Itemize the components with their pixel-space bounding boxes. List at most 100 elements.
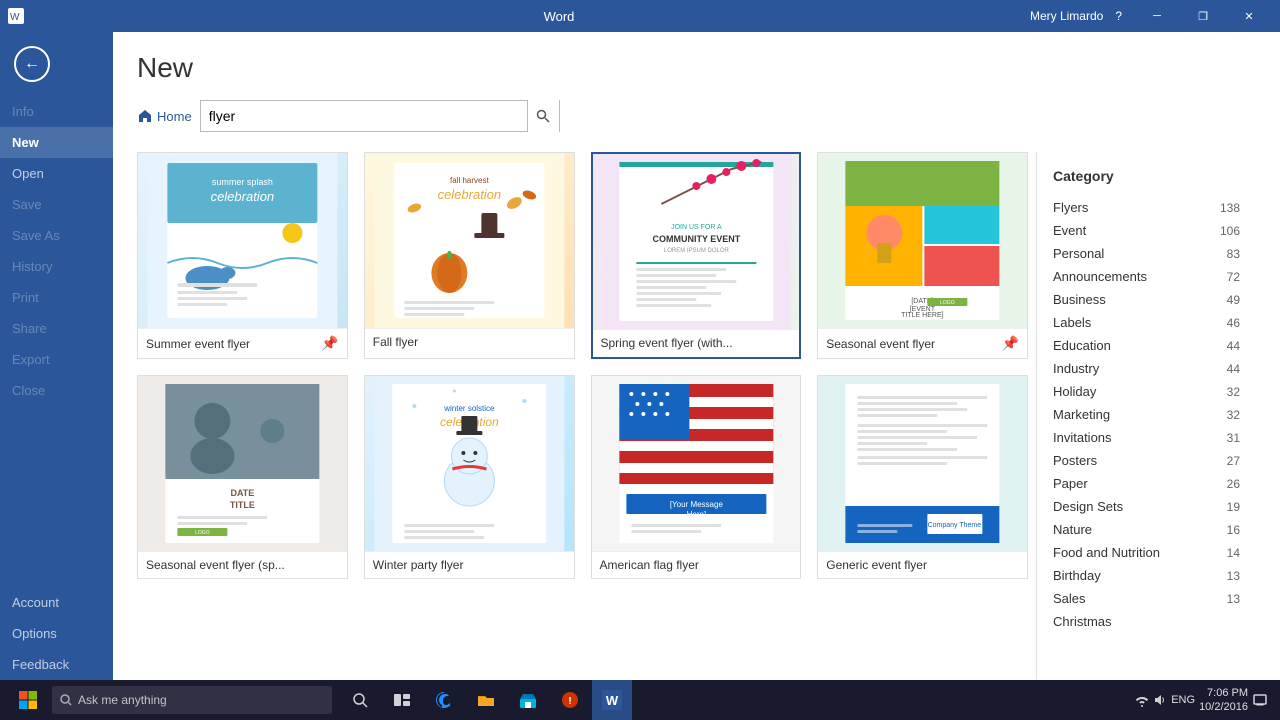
- back-icon: ←: [14, 46, 50, 82]
- svg-text:winter solstice: winter solstice: [443, 404, 495, 413]
- search-button[interactable]: [527, 100, 559, 132]
- app-title: Word: [544, 9, 575, 24]
- category-item-announcements[interactable]: Announcements 72: [1037, 265, 1256, 288]
- template-card-seasonal[interactable]: [DATE] [EVENT TITLE HERE] LOGO Seasonal …: [817, 152, 1028, 359]
- template-card-generic[interactable]: Company Theme Generic event flyer: [817, 375, 1028, 579]
- close-button[interactable]: ✕: [1226, 0, 1272, 32]
- svg-text:LOREM IPSUM DOLOR: LOREM IPSUM DOLOR: [663, 248, 729, 254]
- sidebar-item-feedback[interactable]: Feedback: [0, 649, 113, 680]
- template-card-spring[interactable]: JOIN US FOR A COMMUNITY EVENT LOREM IPSU…: [591, 152, 802, 359]
- category-item-business[interactable]: Business 49: [1037, 288, 1256, 311]
- category-item-posters[interactable]: Posters 27: [1037, 449, 1256, 472]
- taskbar-lang: ENG: [1171, 694, 1195, 706]
- svg-text:summer splash: summer splash: [212, 177, 273, 187]
- template-thumb-summer: summer splash celebration: [138, 153, 347, 328]
- category-item-food-nutrition[interactable]: Food and Nutrition 14: [1037, 541, 1256, 564]
- template-card-fall[interactable]: fall harvest celebration: [364, 152, 575, 359]
- sidebar-item-new[interactable]: New: [0, 127, 113, 158]
- start-button[interactable]: [4, 680, 52, 720]
- category-item-design-sets[interactable]: Design Sets 19: [1037, 495, 1256, 518]
- home-link[interactable]: Home: [137, 108, 192, 124]
- category-item-education[interactable]: Education 44: [1037, 334, 1256, 357]
- sidebar-item-export[interactable]: Export: [0, 344, 113, 375]
- template-thumb-seasonal: [DATE] [EVENT TITLE HERE] LOGO: [818, 153, 1027, 328]
- template-label-fall: Fall flyer: [365, 328, 574, 355]
- help-button[interactable]: ?: [1115, 9, 1122, 23]
- notification-icon[interactable]: [1252, 692, 1268, 708]
- taskbar-icon-task-view[interactable]: [382, 680, 422, 720]
- category-item-paper[interactable]: Paper 26: [1037, 472, 1256, 495]
- security-icon: !: [560, 690, 580, 710]
- svg-text:celebration: celebration: [437, 187, 501, 202]
- sidebar-item-save[interactable]: Save: [0, 189, 113, 220]
- search-input-wrap: [200, 100, 560, 132]
- taskbar-icon-folder[interactable]: [466, 680, 506, 720]
- edge-icon: [434, 690, 454, 710]
- category-item-invitations[interactable]: Invitations 31: [1037, 426, 1256, 449]
- sidebar-item-save-as[interactable]: Save As: [0, 220, 113, 251]
- template-card-summer[interactable]: summer splash celebration: [137, 152, 348, 359]
- taskbar-icon-store[interactable]: [508, 680, 548, 720]
- taskbar-search-icon: [60, 694, 72, 706]
- svg-text:Here]: Here]: [686, 510, 706, 519]
- template-card-winter[interactable]: winter solstice celebration: [364, 375, 575, 579]
- username: Mery Limardo: [1030, 9, 1103, 23]
- template-thumb-american: [Your Message Here]: [592, 376, 801, 551]
- category-item-flyers[interactable]: Flyers 138: [1037, 196, 1256, 219]
- template-card-seasonal2[interactable]: DATE TITLE LOGO Seasonal event flyer (sp…: [137, 375, 348, 579]
- sidebar-item-options[interactable]: Options: [0, 618, 113, 649]
- sidebar-item-close[interactable]: Close: [0, 375, 113, 406]
- template-label-seasonal: Seasonal event flyer 📌: [818, 328, 1027, 358]
- category-item-sales[interactable]: Sales 13: [1037, 587, 1256, 610]
- sidebar-item-open[interactable]: Open: [0, 158, 113, 189]
- windows-logo: [18, 690, 38, 710]
- category-item-marketing[interactable]: Marketing 32: [1037, 403, 1256, 426]
- svg-text:COMMUNITY EVENT: COMMUNITY EVENT: [652, 234, 740, 244]
- search-icon: [536, 109, 550, 123]
- taskbar-icon-security[interactable]: !: [550, 680, 590, 720]
- category-item-labels[interactable]: Labels 46: [1037, 311, 1256, 334]
- templates-grid: summer splash celebration: [137, 152, 1028, 595]
- volume-icon: [1153, 693, 1167, 707]
- category-item-holiday[interactable]: Holiday 32: [1037, 380, 1256, 403]
- category-item-personal[interactable]: Personal 83: [1037, 242, 1256, 265]
- template-thumb-winter: winter solstice celebration: [365, 376, 574, 551]
- taskbar-right: ENG 7:06 PM 10/2/2016: [1127, 686, 1276, 715]
- titlebar: W Word Mery Limardo ? ─ ❐ ✕: [0, 0, 1280, 32]
- taskbar-search[interactable]: Ask me anything: [52, 686, 332, 714]
- template-card-american[interactable]: [Your Message Here] American flag flyer: [591, 375, 802, 579]
- category-panel: Category Flyers 138 Event 106 Personal 8…: [1036, 152, 1256, 680]
- back-button[interactable]: ←: [8, 40, 56, 88]
- sidebar-item-history[interactable]: History: [0, 251, 113, 282]
- taskbar-icons: ! W: [340, 680, 632, 720]
- category-item-christmas[interactable]: Christmas: [1037, 610, 1256, 633]
- category-item-nature[interactable]: Nature 16: [1037, 518, 1256, 541]
- search-bar: Home: [137, 100, 1256, 132]
- template-label-seasonal2: Seasonal event flyer (sp...: [138, 551, 347, 578]
- wifi-icon: [1135, 693, 1149, 707]
- taskbar-icon-edge[interactable]: [424, 680, 464, 720]
- store-icon: [518, 690, 538, 710]
- sidebar-item-print[interactable]: Print: [0, 282, 113, 313]
- search-input[interactable]: [201, 101, 527, 131]
- category-item-birthday[interactable]: Birthday 13: [1037, 564, 1256, 587]
- template-label-american: American flag flyer: [592, 551, 801, 578]
- minimize-button[interactable]: ─: [1134, 0, 1180, 32]
- restore-button[interactable]: ❐: [1180, 0, 1226, 32]
- sidebar-item-account[interactable]: Account: [0, 587, 113, 618]
- svg-text:LOGO: LOGO: [940, 300, 955, 306]
- sidebar-bottom: Account Options Feedback: [0, 587, 113, 680]
- folder-icon: [476, 690, 496, 710]
- sidebar-item-info[interactable]: Info: [0, 96, 113, 127]
- category-item-industry[interactable]: Industry 44: [1037, 357, 1256, 380]
- search-icon: [351, 691, 369, 709]
- category-item-event[interactable]: Event 106: [1037, 219, 1256, 242]
- taskbar-icon-search[interactable]: [340, 680, 380, 720]
- svg-text:Company Theme: Company Theme: [928, 522, 982, 529]
- taskbar-time: 7:06 PM 10/2/2016: [1199, 686, 1248, 715]
- word-icon: W: [602, 690, 622, 710]
- taskbar-icon-word[interactable]: W: [592, 680, 632, 720]
- sidebar-item-share[interactable]: Share: [0, 313, 113, 344]
- template-thumb-fall: fall harvest celebration: [365, 153, 574, 328]
- templates-area: summer splash celebration: [137, 152, 1036, 680]
